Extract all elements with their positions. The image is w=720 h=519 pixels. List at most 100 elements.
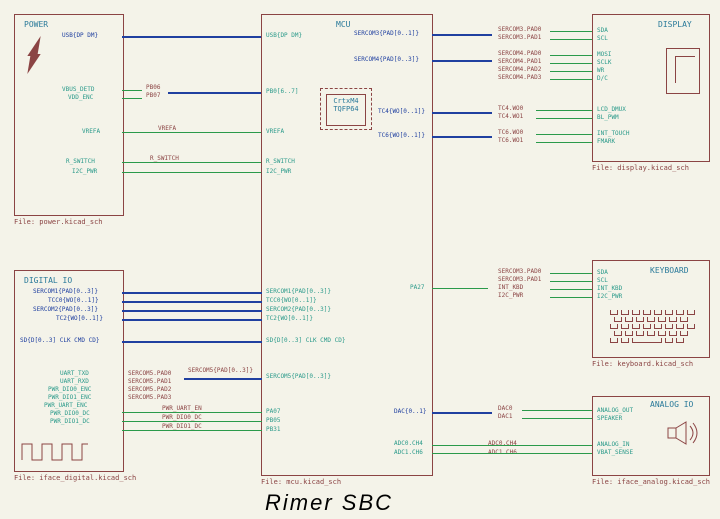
mcu-tcc0: TCC0{WO[0..1]} [266,297,317,304]
mcu-dac: DAC{0..1} [394,408,427,415]
wire [550,63,592,64]
mcu-pa07: PA07 [266,408,280,415]
wire [536,134,592,135]
vrefa-l: VREFA [82,128,100,135]
wire [122,98,142,99]
pwr-dio0d: PWR_DIO0_DC [50,410,90,417]
mcu-tc6: TC6{WO[0..1]} [378,132,425,139]
mcu-block [261,14,433,476]
s4p0: SERCOM4.PAD0 [498,50,541,57]
keyboard-title: KEYBOARD [650,266,689,275]
dac1: DAC1 [498,413,512,420]
display-file: File: display.kicad_sch [592,164,689,172]
tc4w0: TC4.WO0 [498,105,523,112]
wire [432,136,492,138]
uart-txd: UART_TXD [60,370,89,377]
mcu-pb067: PB0[6..7] [266,88,299,95]
lightning-icon [22,36,52,76]
mcu-vrefa: VREFA [266,128,284,135]
mcu-tc4: TC4{WO[0..1]} [378,108,425,115]
wire [550,71,592,72]
display-title: DISPLAY [658,20,692,29]
wire [122,36,262,38]
analog-title: ANALOG IO [650,400,693,409]
pwr-uart-en: PWR_UART_EN [162,405,202,412]
s5p3: SERCOM5.PAD3 [128,394,171,401]
chip-line1: CrtxM4 [327,97,365,105]
mcu-sercom2: SERCOM2{PAD[0..3]} [266,306,331,313]
pwr-dio1e: PWR_DIO1_ENC [48,394,91,401]
mcu-i2cpwr: I2C_PWR [266,168,291,175]
s5p1: SERCOM5.PAD1 [128,378,171,385]
kbd-i2c: I2C_PWR [498,292,523,299]
a-in: ANALOG_IN [597,441,630,448]
display-icon [666,48,700,94]
wire [432,445,592,446]
wire [522,410,592,411]
wire [122,430,262,431]
pwr-dio0-dc: PWR_DIO0_DC [162,414,202,421]
wire [550,31,592,32]
vbus-detd: VBUS_DETD [62,86,95,93]
pwr-dio1d: PWR_DIO1_DC [50,418,90,425]
pb06: PB06 [146,84,160,91]
kbd-s3p0: SERCOM3.PAD0 [498,268,541,275]
wire [168,92,262,94]
mcu-sd: SD{D[0..3] CLK CMD CD} [266,337,345,344]
d-mosi: MOSI [597,51,611,58]
mcu-rswitch: R_SWITCH [266,158,295,165]
wire [550,297,592,298]
tc6w1: TC6.WO1 [498,137,523,144]
pb07: PB07 [146,92,160,99]
rswitch-l: R_SWITCH [66,158,95,165]
speaker-icon [666,418,702,448]
wire [432,412,492,414]
pwr-dio0e: PWR_DIO0_ENC [48,386,91,393]
s5p2: SERCOM5.PAD2 [128,386,171,393]
wire [122,162,262,163]
rswitch-net: R_SWITCH [150,155,179,162]
dio-tcc0: TCC0{WO[0..1]} [48,297,99,304]
k-i2c: I2C_PWR [597,293,622,300]
d-blpwm: BL_PWM [597,114,619,121]
kbd-int: INT_KBD [498,284,523,291]
mcu-tc2: TC2{WO[0..1]} [266,315,313,322]
wire [550,289,592,290]
wire [522,418,592,419]
wire [184,378,262,380]
d-dc: D/C [597,75,608,82]
wire [432,34,492,36]
s5p0: SERCOM5.PAD0 [128,370,171,377]
d-fmark: FMARK [597,138,615,145]
dio-sercom1: SERCOM1{PAD[0..3]} [33,288,98,295]
wire [122,310,262,312]
mcu-pb05: PB05 [266,417,280,424]
wire [122,292,262,294]
s3p1: SERCOM3.PAD1 [498,34,541,41]
pwr-uarte: PWR_UART_ENC [44,402,87,409]
wire [432,288,488,289]
mcu-sercom5: SERCOM5{PAD[0..3]} [266,373,331,380]
mcu-usb: USB{DP DM} [266,32,302,39]
wire [432,453,592,454]
mcu-title: MCU [336,20,350,29]
digital-title: DIGITAL IO [24,276,72,285]
s5bus: SERCOM5{PAD[0..3]} [188,367,253,374]
d-sda: SDA [597,27,608,34]
wire [536,142,592,143]
kbd-s3p1: SERCOM3.PAD1 [498,276,541,283]
adc0: ADC0.CH4 [394,440,423,447]
mcu-chip: CrtxM4 TQFP64 [326,94,366,126]
power-title: POWER [24,20,48,29]
keyboard-icon [610,310,695,345]
wire [122,421,262,422]
d-sclk: SCLK [597,59,611,66]
d-dmux: LCD_DMUX [597,106,626,113]
k-int: INT_KBD [597,285,622,292]
dac0: DAC0 [498,405,512,412]
chip-line2: TQFP64 [327,105,365,113]
a-out: ANALOG_OUT [597,407,633,414]
s4p2: SERCOM4.PAD2 [498,66,541,73]
s4p1: SERCOM4.PAD1 [498,58,541,65]
vrefa-net: VREFA [158,125,176,132]
